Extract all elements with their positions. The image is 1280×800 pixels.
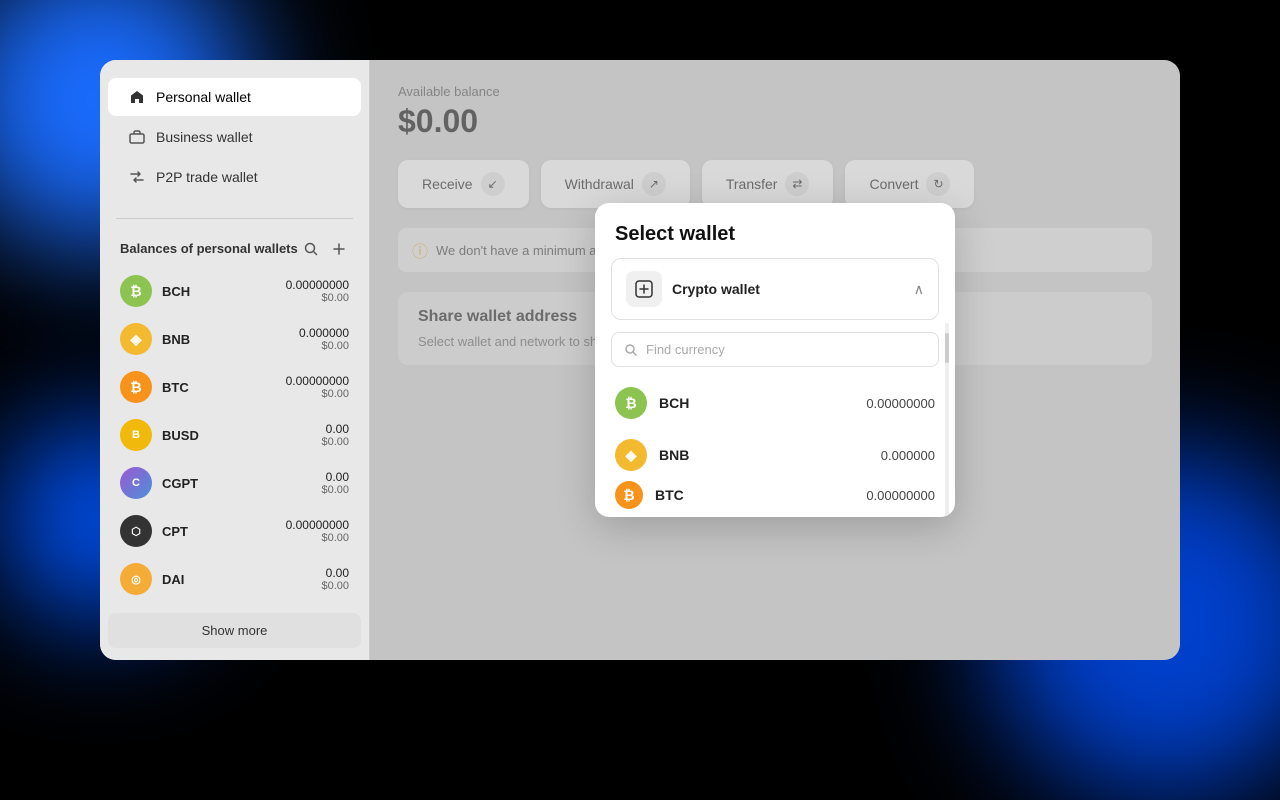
currency-bnb-name: BNB: [659, 447, 869, 463]
add-wallet-button[interactable]: [329, 239, 349, 259]
sidebar-item-personal-wallet[interactable]: Personal wallet: [108, 78, 361, 116]
sidebar-item-label: P2P trade wallet: [156, 169, 258, 185]
wallet-balance-cpt: 0.00000000 $0.00: [286, 518, 349, 544]
currency-search-bar[interactable]: [611, 332, 939, 367]
sidebar-item-label: Business wallet: [156, 129, 253, 145]
bch-icon: ₿: [120, 275, 152, 307]
search-wallets-button[interactable]: [301, 239, 321, 259]
chevron-up-icon: ∧: [914, 281, 924, 298]
wallet-name-cpt: CPT: [162, 524, 276, 539]
bnb-icon: ◈: [120, 323, 152, 355]
currency-bnb-balance: 0.000000: [881, 448, 935, 463]
btc-icon: ₿: [120, 371, 152, 403]
currency-bch-icon: ₿: [615, 387, 647, 419]
wallet-balance-cgpt: 0.00 $0.00: [321, 470, 349, 496]
currency-item-bnb[interactable]: ◈ BNB 0.000000: [595, 429, 955, 481]
wallet-selector-row[interactable]: Crypto wallet ∧: [612, 259, 938, 319]
wallet-name-bnb: BNB: [162, 332, 289, 347]
wallet-selector-label: Crypto wallet: [672, 281, 904, 297]
show-more-button[interactable]: Show more: [108, 613, 361, 648]
wallet-name-cgpt: CGPT: [162, 476, 311, 491]
currency-item-btc-partial[interactable]: ₿ BTC 0.00000000: [595, 481, 955, 509]
business-icon: [128, 128, 146, 146]
wallet-selector[interactable]: Crypto wallet ∧: [611, 258, 939, 320]
wallet-balance-btc: 0.00000000 $0.00: [286, 374, 349, 400]
balances-header: Balances of personal wallets: [100, 227, 369, 267]
sidebar-item-business-wallet[interactable]: Business wallet: [108, 118, 361, 156]
sidebar-item-p2p-trade-wallet[interactable]: P2P trade wallet: [108, 158, 361, 196]
select-wallet-modal: Select wallet Crypto wallet ∧: [595, 203, 955, 517]
currency-bch-balance: 0.00000000: [866, 396, 935, 411]
balances-title: Balances of personal wallets: [120, 241, 298, 258]
app-container: Personal wallet Business wallet: [100, 60, 1180, 660]
modal-overlay[interactable]: Select wallet Crypto wallet ∧: [370, 60, 1180, 660]
sidebar-nav: Personal wallet Business wallet: [100, 60, 369, 210]
busd-icon: B: [120, 419, 152, 451]
cpt-icon: ⬡: [120, 515, 152, 547]
p2p-icon: [128, 168, 146, 186]
modal-title: Select wallet: [595, 203, 955, 258]
cgpt-icon: C: [120, 467, 152, 499]
wallet-item-dai[interactable]: ◎ DAI 0.00 $0.00: [108, 555, 361, 603]
balances-actions: [301, 239, 349, 259]
wallet-balance-bch: 0.00000000 $0.00: [286, 278, 349, 304]
main-content: Available balance $0.00 Receive ↙ Withdr…: [370, 60, 1180, 660]
dai-icon: ◎: [120, 563, 152, 595]
currency-btc-name: BTC: [655, 487, 854, 503]
wallet-balance-dai: 0.00 $0.00: [321, 566, 349, 592]
wallet-balance-busd: 0.00 $0.00: [321, 422, 349, 448]
wallet-name-btc: BTC: [162, 380, 276, 395]
home-icon: [128, 88, 146, 106]
wallet-name-bch: BCH: [162, 284, 276, 299]
sidebar: Personal wallet Business wallet: [100, 60, 370, 660]
scrollbar-thumb[interactable]: [945, 333, 949, 363]
wallet-item-bch[interactable]: ₿ BCH 0.00000000 $0.00: [108, 267, 361, 315]
wallet-name-dai: DAI: [162, 572, 311, 587]
sidebar-divider: [116, 218, 353, 219]
wallet-item-busd[interactable]: B BUSD 0.00 $0.00: [108, 411, 361, 459]
wallet-name-busd: BUSD: [162, 428, 311, 443]
crypto-wallet-icon: [626, 271, 662, 307]
search-icon: [624, 343, 638, 357]
wallet-item-dash[interactable]: D DASH 0.00000000 $0.00: [108, 603, 361, 605]
wallet-list: ₿ BCH 0.00000000 $0.00 ◈ BNB 0.000000 $0…: [100, 267, 369, 605]
sidebar-item-label: Personal wallet: [156, 89, 251, 105]
currency-btc-icon: ₿: [615, 481, 643, 509]
scrollbar-track: [945, 323, 949, 517]
currency-list: ₿ BCH 0.00000000 ◈ BNB 0.000000 ₿ BTC: [595, 377, 955, 509]
currency-search-input[interactable]: [646, 342, 926, 357]
currency-item-bch[interactable]: ₿ BCH 0.00000000: [595, 377, 955, 429]
wallet-item-cpt[interactable]: ⬡ CPT 0.00000000 $0.00: [108, 507, 361, 555]
wallet-balance-bnb: 0.000000 $0.00: [299, 326, 349, 352]
wallet-item-bnb[interactable]: ◈ BNB 0.000000 $0.00: [108, 315, 361, 363]
currency-bnb-icon: ◈: [615, 439, 647, 471]
wallet-item-btc[interactable]: ₿ BTC 0.00000000 $0.00: [108, 363, 361, 411]
wallet-item-cgpt[interactable]: C CGPT 0.00 $0.00: [108, 459, 361, 507]
currency-btc-balance: 0.00000000: [866, 488, 935, 503]
currency-bch-name: BCH: [659, 395, 854, 411]
